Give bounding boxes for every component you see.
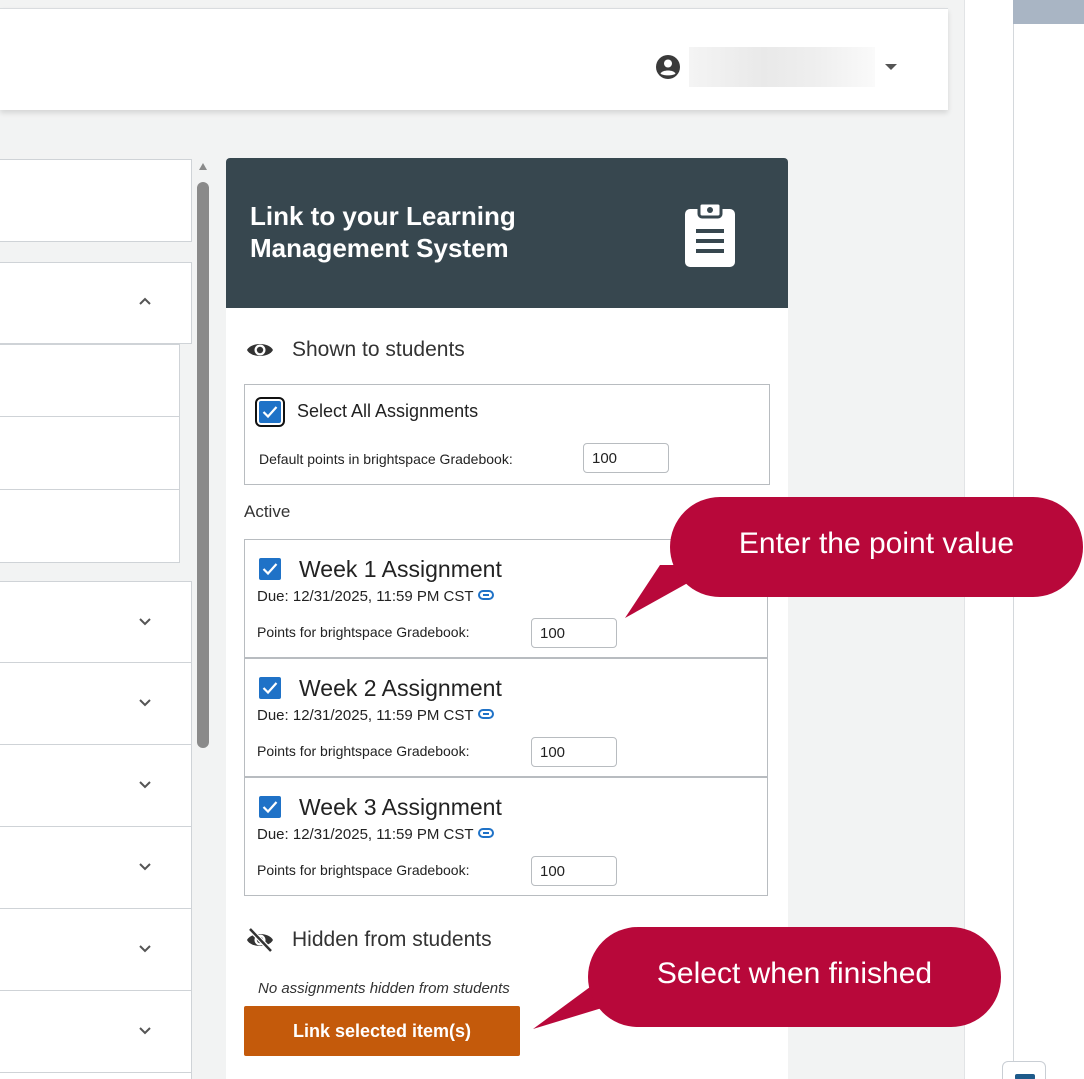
panel-header: Link to your Learning Management System [226, 158, 788, 308]
list-row[interactable] [0, 1072, 192, 1079]
link-selected-button[interactable]: Link selected item(s) [244, 1006, 520, 1056]
list-subrow[interactable] [0, 489, 180, 563]
link-icon[interactable] [477, 827, 494, 838]
default-points-input[interactable]: 100 [583, 443, 669, 473]
assignment-name: Week 3 Assignment [299, 794, 502, 820]
callout-enter-point-value: Enter the point value [670, 497, 1083, 597]
list-row[interactable] [0, 662, 192, 745]
assignment-name: Week 2 Assignment [299, 675, 502, 701]
list-row[interactable] [0, 581, 192, 663]
assignment-due-text: Due: 12/31/2025, 11:59 PM CST [257, 826, 474, 843]
eye-slash-icon [247, 927, 273, 953]
user-menu[interactable] [655, 47, 897, 87]
chevron-down-icon[interactable] [138, 942, 152, 956]
list-subrow[interactable] [0, 344, 180, 417]
list-row-expanded[interactable] [0, 262, 192, 344]
hidden-empty-text: No assignments hidden from students [258, 980, 510, 997]
assignment-item: Week 2 Assignment Due: 12/31/2025, 11:59… [244, 658, 768, 777]
outer-scrollbar-thumb[interactable] [1013, 0, 1084, 24]
checkmark-icon [262, 682, 278, 695]
list-row[interactable] [0, 744, 192, 827]
chevron-down-icon[interactable] [138, 778, 152, 792]
chevron-up-icon[interactable] [138, 294, 152, 308]
eye-icon [247, 344, 273, 356]
user-name-redacted [689, 47, 875, 87]
chevron-down-icon[interactable] [138, 615, 152, 629]
shown-section-heading: Shown to students [246, 336, 465, 364]
assignment-item: Week 3 Assignment Due: 12/31/2025, 11:59… [244, 777, 768, 896]
assignment-points-label: Points for brightspace Gradebook: [257, 862, 470, 878]
list-scrollbar-thumb[interactable] [197, 182, 209, 748]
assignment-points-label: Points for brightspace Gradebook: [257, 624, 470, 640]
assignment-points-input[interactable]: 100 [531, 618, 617, 648]
chevron-down-icon[interactable] [138, 1024, 152, 1038]
active-label: Active [244, 502, 291, 521]
select-all-checkbox[interactable] [255, 397, 285, 427]
panel-title: Link to your Learning Management System [250, 201, 516, 263]
scroll-up-arrow-icon[interactable] [199, 163, 207, 170]
assignment-points-input[interactable]: 100 [531, 856, 617, 886]
assignment-due-text: Due: 12/31/2025, 11:59 PM CST [257, 588, 474, 605]
checkmark-icon [262, 801, 278, 814]
checkmark-icon [262, 406, 278, 419]
checkmark-icon [262, 563, 278, 576]
list-row[interactable] [0, 159, 192, 242]
account-circle-icon [656, 55, 680, 79]
shown-label: Shown to students [292, 338, 465, 361]
callout-select-when-finished: Select when finished [588, 927, 1001, 1027]
link-icon[interactable] [477, 589, 494, 600]
assignment-checkbox[interactable] [259, 677, 281, 699]
list-row[interactable] [0, 826, 192, 909]
corner-widget-button[interactable] [1002, 1061, 1046, 1079]
assignment-points-label: Points for brightspace Gradebook: [257, 743, 470, 759]
select-all-box: Select All Assignments Default points in… [244, 384, 770, 485]
chevron-down-icon[interactable] [138, 696, 152, 710]
hidden-label: Hidden from students [292, 928, 492, 951]
assignment-due: Due: 12/31/2025, 11:59 PM CST [257, 826, 494, 843]
chevron-down-icon[interactable] [885, 64, 897, 70]
list-subrow[interactable] [0, 416, 180, 490]
hidden-section-heading: Hidden from students [246, 926, 492, 954]
assignment-due-text: Due: 12/31/2025, 11:59 PM CST [257, 707, 474, 724]
list-row[interactable] [0, 990, 192, 1073]
assignment-due: Due: 12/31/2025, 11:59 PM CST [257, 588, 494, 605]
default-points-label: Default points in brightspace Gradebook: [259, 451, 513, 467]
clipboard-icon [685, 201, 735, 267]
assignment-points-input[interactable]: 100 [531, 737, 617, 767]
assignment-checkbox[interactable] [259, 558, 281, 580]
assignment-due: Due: 12/31/2025, 11:59 PM CST [257, 707, 494, 724]
select-all-label: Select All Assignments [297, 401, 479, 421]
assignment-checkbox[interactable] [259, 796, 281, 818]
link-icon[interactable] [477, 708, 494, 719]
chevron-down-icon[interactable] [138, 860, 152, 874]
top-header [0, 8, 948, 110]
list-row[interactable] [0, 908, 192, 991]
assignment-name: Week 1 Assignment [299, 556, 502, 582]
